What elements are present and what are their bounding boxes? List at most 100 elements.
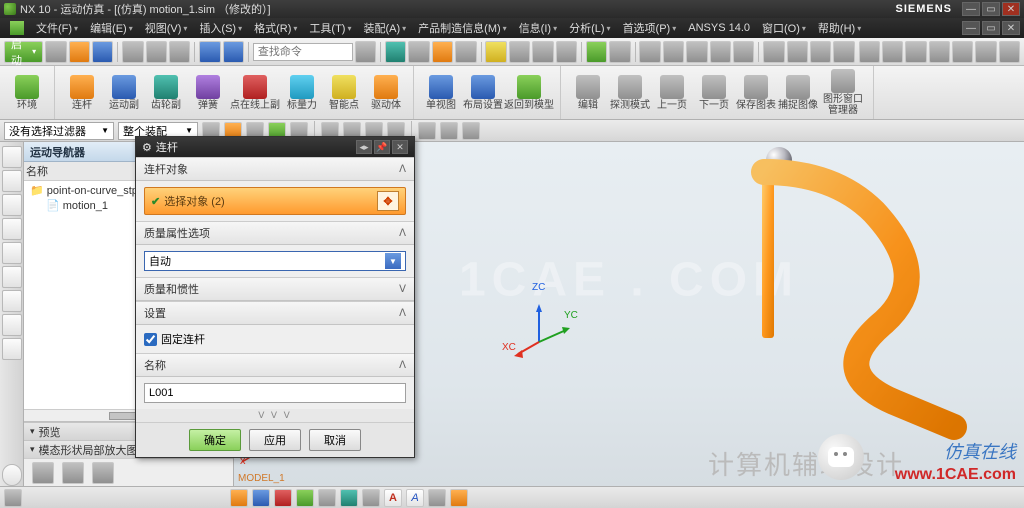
- asm-d-icon[interactable]: [710, 41, 731, 63]
- ribbon-gear[interactable]: 齿轮副: [145, 75, 187, 111]
- mass-option-select[interactable]: 自动▼: [144, 251, 406, 271]
- collapse-icon[interactable]: ᐱ: [399, 308, 406, 319]
- asm-f-icon[interactable]: [763, 41, 784, 63]
- ribbon-smart[interactable]: 智能点: [323, 75, 365, 111]
- ok-button[interactable]: 确定: [189, 429, 241, 451]
- open-icon[interactable]: [69, 41, 90, 63]
- asm-a-icon[interactable]: [639, 41, 660, 63]
- menu-tools[interactable]: 工具(T)▾: [303, 18, 357, 38]
- ribbon-joint[interactable]: 运动副: [103, 75, 145, 111]
- restab-nav-icon[interactable]: [2, 146, 22, 168]
- render-c-icon[interactable]: [532, 41, 553, 63]
- mdi-maximize-button[interactable]: ▭: [982, 21, 1000, 35]
- ribbon-sview[interactable]: 单视图: [420, 75, 462, 111]
- start-button[interactable]: 启动▾: [4, 41, 43, 63]
- ribbon-capture[interactable]: 捕捉图像: [777, 75, 819, 111]
- collapse-icon[interactable]: ᐱ: [399, 228, 406, 239]
- close-button[interactable]: ✕: [1002, 2, 1020, 16]
- collapse-icon[interactable]: ᐱ: [399, 360, 406, 371]
- cancel-button[interactable]: 取消: [309, 429, 361, 451]
- asm-c-icon[interactable]: [686, 41, 707, 63]
- restab-sync-icon[interactable]: [2, 464, 22, 486]
- ribbon-back[interactable]: 返回到模型: [504, 75, 554, 111]
- ribbon-link[interactable]: 连杆: [61, 75, 103, 111]
- menu-window[interactable]: 窗口(O)▾: [756, 18, 812, 38]
- ribbon-poc[interactable]: 点在线上副: [229, 75, 281, 111]
- ribbon-gwin[interactable]: 图形窗口管理器: [819, 69, 867, 116]
- dialog-more-icon[interactable]: ᐯ ᐯ ᐯ: [136, 409, 414, 422]
- restab-h-icon[interactable]: [2, 338, 22, 360]
- menu-ansys[interactable]: ANSYS 14.0: [682, 20, 756, 36]
- nav-btn-b-icon[interactable]: [62, 462, 84, 484]
- filter-select[interactable]: 没有选择过滤器▼: [4, 122, 114, 140]
- sb-b-icon[interactable]: [230, 489, 248, 507]
- ext-b-icon[interactable]: [882, 41, 903, 63]
- maximize-button[interactable]: ▭: [982, 2, 1000, 16]
- render-d-icon[interactable]: [556, 41, 577, 63]
- menu-format[interactable]: 格式(R)▾: [248, 18, 303, 38]
- sb-text-a-icon[interactable]: A: [384, 489, 402, 507]
- ribbon-save[interactable]: 保存图表: [735, 75, 777, 111]
- ribbon-layout[interactable]: 布局设置: [462, 75, 504, 111]
- menu-analysis[interactable]: 分析(L)▾: [563, 18, 616, 38]
- sb-g-icon[interactable]: [340, 489, 358, 507]
- restab-part-icon[interactable]: [2, 170, 22, 192]
- ext-g-icon[interactable]: [999, 41, 1020, 63]
- filter-j-icon[interactable]: [418, 122, 436, 140]
- apply-button[interactable]: 应用: [249, 429, 301, 451]
- link-name-input[interactable]: [144, 383, 406, 403]
- minimize-button[interactable]: —: [962, 2, 980, 16]
- tool-c-icon[interactable]: [432, 41, 453, 63]
- paste-icon[interactable]: [169, 41, 190, 63]
- asm-i-icon[interactable]: [833, 41, 854, 63]
- restab-asm-icon[interactable]: [2, 194, 22, 216]
- ribbon-edit[interactable]: 编辑: [567, 75, 609, 111]
- render-a-icon[interactable]: [485, 41, 506, 63]
- ext-f-icon[interactable]: [975, 41, 996, 63]
- dialog-pin-icon[interactable]: 📌: [374, 140, 390, 154]
- menu-file[interactable]: 文件(F)▾: [30, 18, 84, 38]
- save-icon[interactable]: [92, 41, 113, 63]
- ribbon-prev[interactable]: 上一页: [651, 75, 693, 111]
- ribbon-env[interactable]: 环境: [6, 75, 48, 111]
- dropdown-icon[interactable]: ▼: [385, 253, 401, 269]
- ribbon-probe[interactable]: 探测模式: [609, 75, 651, 111]
- collapse-icon[interactable]: ᐱ: [399, 164, 406, 175]
- render-f-icon[interactable]: [609, 41, 630, 63]
- cut-icon[interactable]: [122, 41, 143, 63]
- sb-e-icon[interactable]: [296, 489, 314, 507]
- fixed-link-checkbox[interactable]: 固定连杆: [144, 331, 406, 347]
- menu-insert[interactable]: 插入(S)▾: [193, 18, 248, 38]
- sb-f-icon[interactable]: [318, 489, 336, 507]
- restab-hd3d-icon[interactable]: [2, 242, 22, 264]
- sb-h-icon[interactable]: [362, 489, 380, 507]
- search-go-icon[interactable]: [355, 41, 376, 63]
- tool-b-icon[interactable]: [408, 41, 429, 63]
- mdi-close-button[interactable]: ✕: [1002, 21, 1020, 35]
- menu-view[interactable]: 视图(V)▾: [139, 18, 194, 38]
- asm-e-icon[interactable]: [733, 41, 754, 63]
- ribbon-spring[interactable]: 弹簧: [187, 75, 229, 111]
- filter-k-icon[interactable]: [440, 122, 458, 140]
- render-e-icon[interactable]: [586, 41, 607, 63]
- menu-help[interactable]: 帮助(H)▾: [812, 18, 867, 38]
- expand-icon[interactable]: ᐯ: [399, 284, 406, 295]
- tool-d-icon[interactable]: [455, 41, 476, 63]
- command-search-input[interactable]: [253, 43, 353, 61]
- redo-icon[interactable]: [223, 41, 244, 63]
- mdi-minimize-button[interactable]: —: [962, 21, 980, 35]
- tool-a-icon[interactable]: [385, 41, 406, 63]
- nav-btn-a-icon[interactable]: [32, 462, 54, 484]
- ribbon-next[interactable]: 下一页: [693, 75, 735, 111]
- ext-c-icon[interactable]: [905, 41, 926, 63]
- sb-text-b-icon[interactable]: A: [406, 489, 424, 507]
- menu-info[interactable]: 信息(I)▾: [513, 18, 563, 38]
- menu-assembly[interactable]: 装配(A)▾: [357, 18, 412, 38]
- filter-l-icon[interactable]: [462, 122, 480, 140]
- sb-j-icon[interactable]: [450, 489, 468, 507]
- asm-g-icon[interactable]: [787, 41, 808, 63]
- restab-browser-icon[interactable]: [2, 266, 22, 288]
- restab-g-icon[interactable]: [2, 314, 22, 336]
- select-object-row[interactable]: ✔选择对象 (2) ✥: [144, 187, 406, 215]
- ribbon-scalar[interactable]: 标量力: [281, 75, 323, 111]
